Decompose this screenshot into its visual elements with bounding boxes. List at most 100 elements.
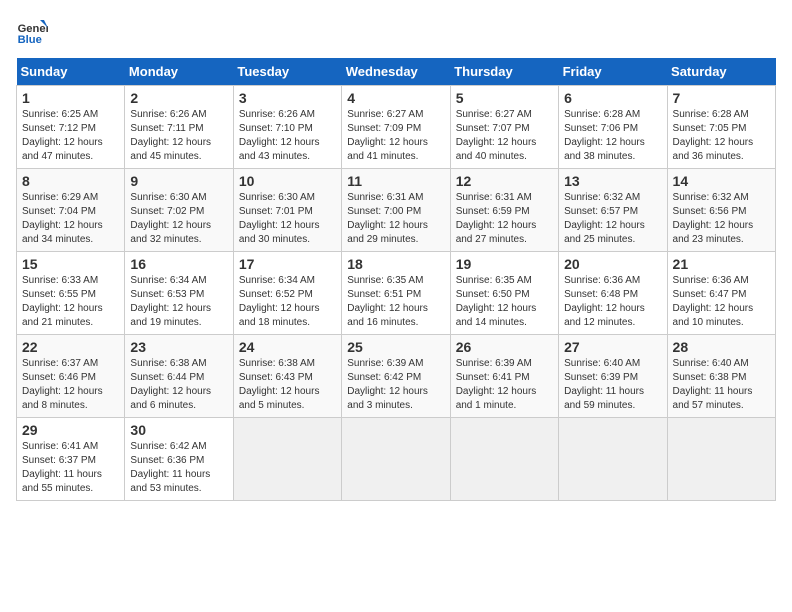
day-info: Sunrise: 6:30 AMSunset: 7:02 PMDaylight:… [130,192,211,245]
day-info: Sunrise: 6:33 AMSunset: 6:55 PMDaylight:… [22,275,103,328]
day-number: 16 [130,256,227,272]
calendar-cell: 14 Sunrise: 6:32 AMSunset: 6:56 PMDaylig… [667,169,775,252]
day-info: Sunrise: 6:26 AMSunset: 7:11 PMDaylight:… [130,109,211,162]
weekday-header-friday: Friday [559,58,667,86]
calendar-week-row: 29 Sunrise: 6:41 AMSunset: 6:37 PMDaylig… [17,418,776,501]
day-number: 2 [130,90,227,106]
page-header: General Blue [16,16,776,48]
weekday-header-wednesday: Wednesday [342,58,450,86]
day-info: Sunrise: 6:32 AMSunset: 6:56 PMDaylight:… [673,192,754,245]
day-info: Sunrise: 6:31 AMSunset: 7:00 PMDaylight:… [347,192,428,245]
day-number: 27 [564,339,661,355]
day-info: Sunrise: 6:42 AMSunset: 6:36 PMDaylight:… [130,441,210,494]
day-number: 23 [130,339,227,355]
day-number: 6 [564,90,661,106]
day-info: Sunrise: 6:29 AMSunset: 7:04 PMDaylight:… [22,192,103,245]
day-info: Sunrise: 6:34 AMSunset: 6:53 PMDaylight:… [130,275,211,328]
day-number: 12 [456,173,553,189]
calendar-cell: 25 Sunrise: 6:39 AMSunset: 6:42 PMDaylig… [342,335,450,418]
calendar-cell: 7 Sunrise: 6:28 AMSunset: 7:05 PMDayligh… [667,86,775,169]
day-info: Sunrise: 6:38 AMSunset: 6:43 PMDaylight:… [239,358,320,411]
calendar-cell [450,418,558,501]
day-info: Sunrise: 6:41 AMSunset: 6:37 PMDaylight:… [22,441,102,494]
calendar-cell: 5 Sunrise: 6:27 AMSunset: 7:07 PMDayligh… [450,86,558,169]
calendar-cell: 29 Sunrise: 6:41 AMSunset: 6:37 PMDaylig… [17,418,125,501]
calendar-cell: 8 Sunrise: 6:29 AMSunset: 7:04 PMDayligh… [17,169,125,252]
day-number: 10 [239,173,336,189]
day-number: 11 [347,173,444,189]
calendar-cell: 22 Sunrise: 6:37 AMSunset: 6:46 PMDaylig… [17,335,125,418]
calendar-cell: 18 Sunrise: 6:35 AMSunset: 6:51 PMDaylig… [342,252,450,335]
weekday-header-thursday: Thursday [450,58,558,86]
logo-icon: General Blue [16,16,48,48]
weekday-header-sunday: Sunday [17,58,125,86]
day-number: 19 [456,256,553,272]
weekday-header-monday: Monday [125,58,233,86]
calendar-cell [342,418,450,501]
day-number: 4 [347,90,444,106]
day-info: Sunrise: 6:40 AMSunset: 6:38 PMDaylight:… [673,358,753,411]
calendar-cell: 23 Sunrise: 6:38 AMSunset: 6:44 PMDaylig… [125,335,233,418]
day-info: Sunrise: 6:36 AMSunset: 6:47 PMDaylight:… [673,275,754,328]
day-number: 28 [673,339,770,355]
weekday-header-saturday: Saturday [667,58,775,86]
day-number: 17 [239,256,336,272]
calendar-cell: 6 Sunrise: 6:28 AMSunset: 7:06 PMDayligh… [559,86,667,169]
calendar-cell [233,418,341,501]
calendar-cell: 4 Sunrise: 6:27 AMSunset: 7:09 PMDayligh… [342,86,450,169]
calendar-cell: 16 Sunrise: 6:34 AMSunset: 6:53 PMDaylig… [125,252,233,335]
day-number: 9 [130,173,227,189]
calendar-week-row: 8 Sunrise: 6:29 AMSunset: 7:04 PMDayligh… [17,169,776,252]
calendar-table: SundayMondayTuesdayWednesdayThursdayFrid… [16,58,776,501]
day-number: 15 [22,256,119,272]
calendar-cell: 10 Sunrise: 6:30 AMSunset: 7:01 PMDaylig… [233,169,341,252]
calendar-cell: 27 Sunrise: 6:40 AMSunset: 6:39 PMDaylig… [559,335,667,418]
calendar-cell: 26 Sunrise: 6:39 AMSunset: 6:41 PMDaylig… [450,335,558,418]
day-number: 14 [673,173,770,189]
day-info: Sunrise: 6:36 AMSunset: 6:48 PMDaylight:… [564,275,645,328]
day-info: Sunrise: 6:28 AMSunset: 7:05 PMDaylight:… [673,109,754,162]
day-number: 30 [130,422,227,438]
calendar-cell: 20 Sunrise: 6:36 AMSunset: 6:48 PMDaylig… [559,252,667,335]
calendar-cell: 24 Sunrise: 6:38 AMSunset: 6:43 PMDaylig… [233,335,341,418]
day-number: 24 [239,339,336,355]
day-info: Sunrise: 6:34 AMSunset: 6:52 PMDaylight:… [239,275,320,328]
day-number: 3 [239,90,336,106]
calendar-week-row: 1 Sunrise: 6:25 AMSunset: 7:12 PMDayligh… [17,86,776,169]
svg-text:Blue: Blue [18,34,42,46]
calendar-week-row: 22 Sunrise: 6:37 AMSunset: 6:46 PMDaylig… [17,335,776,418]
day-info: Sunrise: 6:25 AMSunset: 7:12 PMDaylight:… [22,109,103,162]
calendar-cell: 1 Sunrise: 6:25 AMSunset: 7:12 PMDayligh… [17,86,125,169]
calendar-cell: 9 Sunrise: 6:30 AMSunset: 7:02 PMDayligh… [125,169,233,252]
day-info: Sunrise: 6:39 AMSunset: 6:41 PMDaylight:… [456,358,537,411]
calendar-cell: 28 Sunrise: 6:40 AMSunset: 6:38 PMDaylig… [667,335,775,418]
day-info: Sunrise: 6:39 AMSunset: 6:42 PMDaylight:… [347,358,428,411]
day-info: Sunrise: 6:27 AMSunset: 7:07 PMDaylight:… [456,109,537,162]
calendar-cell: 17 Sunrise: 6:34 AMSunset: 6:52 PMDaylig… [233,252,341,335]
day-number: 5 [456,90,553,106]
calendar-cell: 21 Sunrise: 6:36 AMSunset: 6:47 PMDaylig… [667,252,775,335]
day-number: 25 [347,339,444,355]
calendar-cell: 15 Sunrise: 6:33 AMSunset: 6:55 PMDaylig… [17,252,125,335]
weekday-header-tuesday: Tuesday [233,58,341,86]
svg-text:General: General [18,23,48,35]
day-info: Sunrise: 6:38 AMSunset: 6:44 PMDaylight:… [130,358,211,411]
day-info: Sunrise: 6:27 AMSunset: 7:09 PMDaylight:… [347,109,428,162]
day-number: 7 [673,90,770,106]
calendar-cell: 2 Sunrise: 6:26 AMSunset: 7:11 PMDayligh… [125,86,233,169]
day-number: 29 [22,422,119,438]
day-info: Sunrise: 6:37 AMSunset: 6:46 PMDaylight:… [22,358,103,411]
day-number: 13 [564,173,661,189]
day-number: 1 [22,90,119,106]
calendar-cell: 11 Sunrise: 6:31 AMSunset: 7:00 PMDaylig… [342,169,450,252]
day-number: 20 [564,256,661,272]
day-info: Sunrise: 6:35 AMSunset: 6:50 PMDaylight:… [456,275,537,328]
day-number: 22 [22,339,119,355]
calendar-cell [667,418,775,501]
calendar-cell: 19 Sunrise: 6:35 AMSunset: 6:50 PMDaylig… [450,252,558,335]
calendar-cell [559,418,667,501]
day-info: Sunrise: 6:31 AMSunset: 6:59 PMDaylight:… [456,192,537,245]
day-number: 26 [456,339,553,355]
day-info: Sunrise: 6:30 AMSunset: 7:01 PMDaylight:… [239,192,320,245]
day-number: 18 [347,256,444,272]
